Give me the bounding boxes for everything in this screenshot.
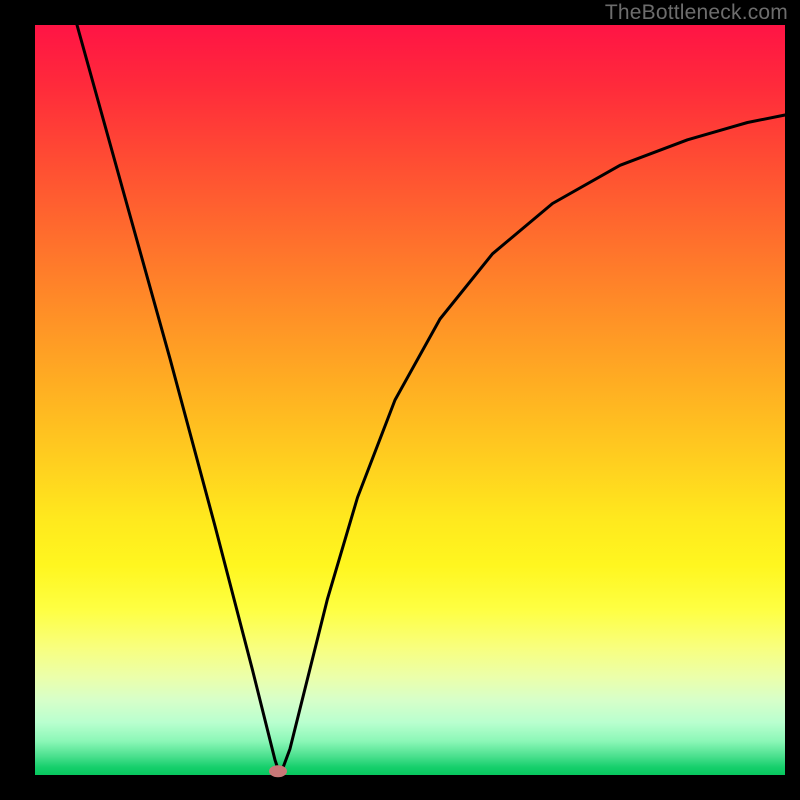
chart-svg: [35, 25, 785, 775]
minimum-marker: [269, 765, 287, 777]
watermark: TheBottleneck.com: [605, 1, 788, 25]
plot-area: [35, 25, 785, 775]
chart-frame: TheBottleneck.com: [0, 0, 800, 800]
bottleneck-curve: [77, 25, 785, 771]
